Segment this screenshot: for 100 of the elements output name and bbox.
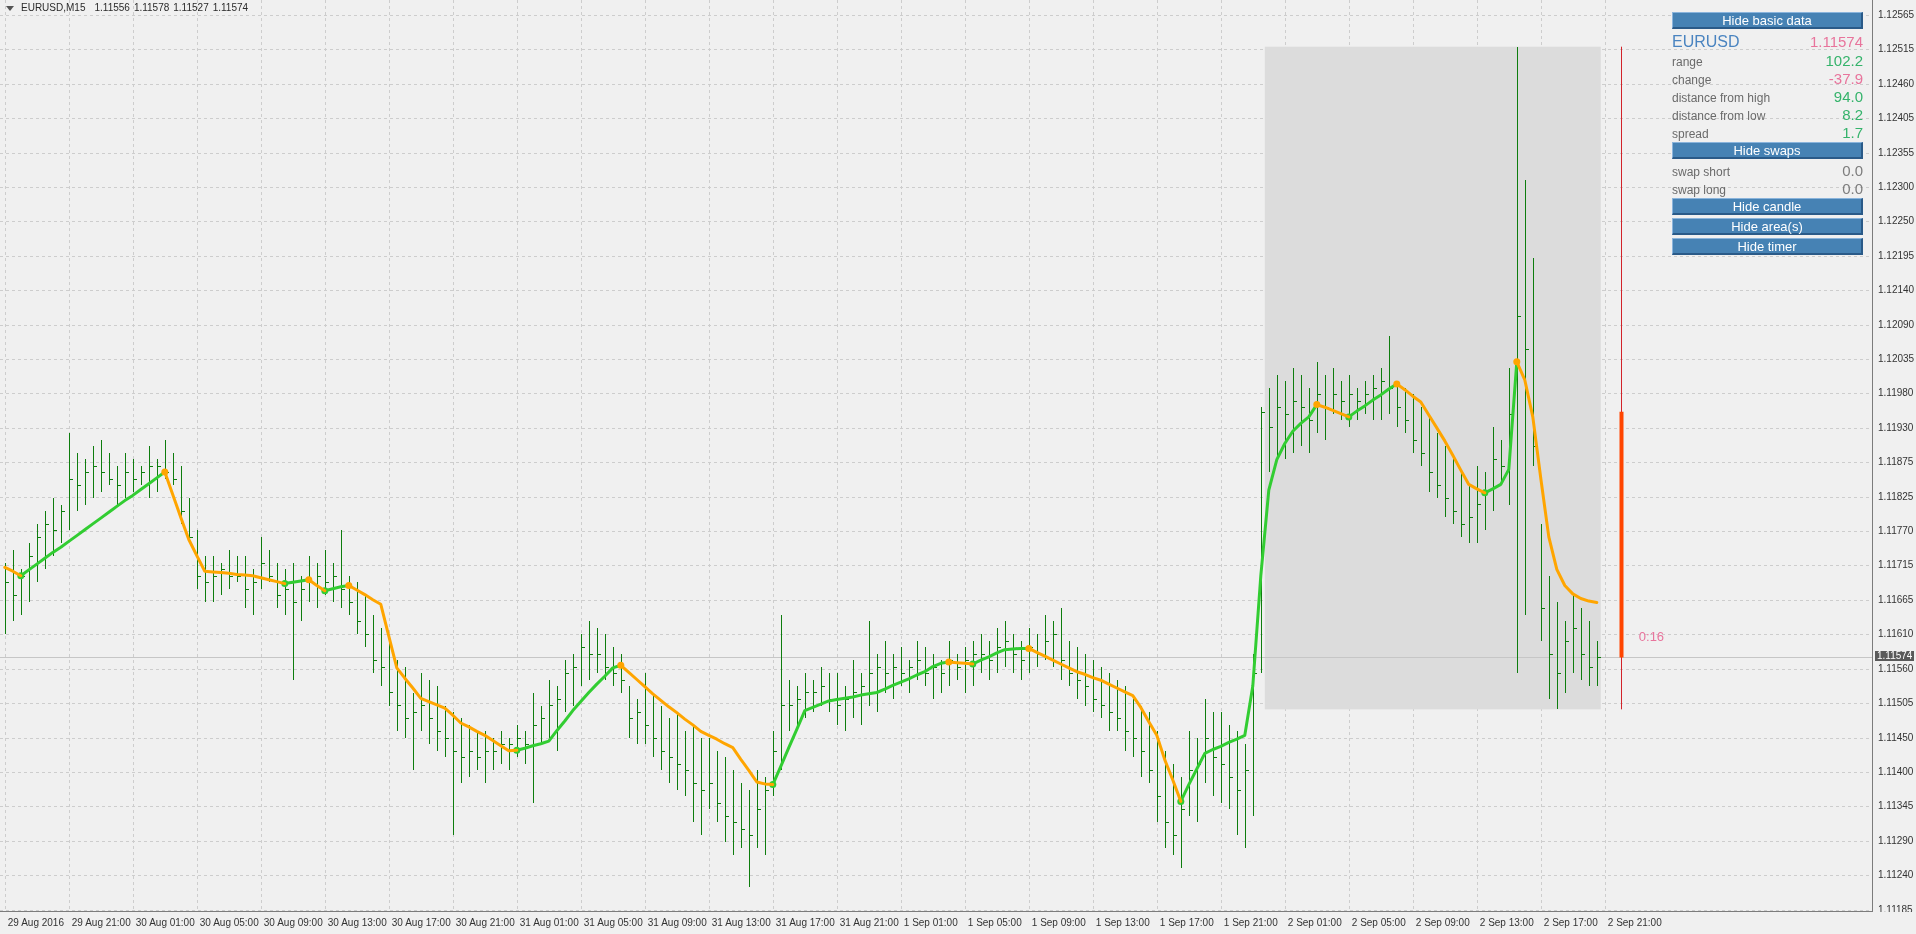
price-label: 1.12300 [1878, 181, 1915, 192]
stat-value: 94.0 [1833, 88, 1863, 106]
time-label: 2 Sep 17:00 [1543, 917, 1598, 928]
stat-label: change [1672, 72, 1712, 89]
stat-label: distance from low [1672, 108, 1766, 125]
time-label: 1 Sep 21:00 [1223, 917, 1278, 928]
time-label: 30 Aug 17:00 [391, 917, 451, 928]
toggle-button[interactable]: Hide candle [1672, 198, 1863, 215]
toggle-button[interactable]: Hide basic data [1672, 12, 1863, 29]
time-label: 29 Aug 21:00 [71, 917, 131, 928]
price-label: 1.12195 [1878, 250, 1915, 261]
stat-value: 8.2 [1842, 106, 1863, 124]
stat-value: 1.7 [1842, 124, 1863, 142]
trend-dot-icon [1481, 489, 1489, 497]
bid-price-tag: 1.11574 [1875, 651, 1915, 661]
trend-dot-icon [321, 587, 329, 595]
time-label: 2 Sep 01:00 [1287, 917, 1342, 928]
price-label: 1.12355 [1878, 147, 1915, 158]
price-label: 1.11240 [1878, 870, 1914, 881]
trend-dot-icon [17, 572, 25, 580]
price-label: 1.11450 [1878, 732, 1914, 743]
toggle-button[interactable]: Hide timer [1672, 238, 1863, 255]
price-label: 1.11610 [1878, 629, 1914, 640]
price-label: 1.12515 [1878, 44, 1915, 55]
price-label: 1.11505 [1878, 698, 1914, 709]
price-label: 1.11665 [1878, 594, 1914, 605]
price-label: 1.12090 [1878, 319, 1915, 330]
trend-dot-icon [513, 746, 521, 754]
time-label: 31 Aug 21:00 [839, 917, 899, 928]
trend-dot-icon [1025, 644, 1033, 652]
stat-value: -37.9 [1828, 70, 1863, 88]
price-label: 1.12250 [1878, 216, 1915, 227]
trend-dot-icon [1313, 401, 1321, 409]
price-label: 1.11345 [1878, 801, 1914, 812]
time-label: 30 Aug 09:00 [263, 917, 323, 928]
time-label: 1 Sep 17:00 [1159, 917, 1214, 928]
price-label: 1.11400 [1878, 766, 1914, 777]
time-label: 1 Sep 09:00 [1031, 917, 1086, 928]
time-label: 1 Sep 05:00 [967, 917, 1022, 928]
symbol-price: 1.11574 [1809, 32, 1863, 52]
time-label: 30 Aug 13:00 [327, 917, 387, 928]
trend-dot-icon [769, 781, 777, 789]
toggle-button[interactable]: Hide swaps [1672, 142, 1863, 159]
time-label: 30 Aug 05:00 [199, 917, 259, 928]
price-label: 1.11290 [1878, 835, 1914, 846]
trend-dot-icon [969, 660, 977, 668]
time-label: 2 Sep 09:00 [1415, 917, 1470, 928]
time-label: 2 Sep 13:00 [1479, 917, 1534, 928]
time-label: 2 Sep 05:00 [1351, 917, 1406, 928]
time-label: 31 Aug 17:00 [775, 917, 835, 928]
price-label: 1.12460 [1878, 78, 1915, 89]
price-label: 1.12565 [1878, 9, 1915, 20]
trend-dot-icon [1513, 358, 1521, 366]
quote-value: 1.11574 [212, 2, 249, 14]
price-label: 1.11980 [1878, 388, 1914, 399]
time-label: 31 Aug 01:00 [519, 917, 579, 928]
time-label: 30 Aug 01:00 [135, 917, 195, 928]
price-label: 1.11715 [1878, 560, 1914, 571]
time-label: 29 Aug 2016 [7, 917, 64, 928]
candle-timer: 0:16 [1638, 628, 1665, 644]
symbol-title: EURUSD,M15 [21, 2, 86, 14]
quote-value: 1.11556 [94, 2, 130, 14]
price-label: 1.12405 [1878, 113, 1915, 124]
trend-dot-icon [305, 576, 313, 584]
toggle-button[interactable]: Hide area(s) [1672, 218, 1863, 235]
caret-icon[interactable] [6, 5, 14, 11]
stat-value: 102.2 [1825, 52, 1863, 70]
time-label: 31 Aug 05:00 [583, 917, 643, 928]
trend-dot-icon [1393, 380, 1401, 388]
stat-value: 0.0 [1842, 180, 1863, 198]
stat-label: range [1672, 54, 1703, 71]
stat-label: distance from high [1672, 90, 1771, 107]
price-label: 1.11560 [1878, 663, 1914, 674]
price-label: 1.12140 [1878, 285, 1915, 296]
time-label: 1 Sep 13:00 [1095, 917, 1150, 928]
price-label: 1.11930 [1878, 422, 1914, 433]
time-label: 30 Aug 21:00 [455, 917, 515, 928]
stat-value: 0.0 [1842, 162, 1863, 180]
quote-value: 1.11578 [133, 2, 170, 14]
price-label: 1.11825 [1878, 491, 1914, 502]
trend-dot-icon [1177, 797, 1185, 805]
price-label: 1.11185 [1878, 904, 1913, 912]
price-label: 1.12035 [1878, 354, 1915, 364]
quote-value: 1.11527 [173, 2, 209, 14]
stat-label: swap long [1672, 182, 1727, 199]
time-label: 31 Aug 13:00 [711, 917, 771, 928]
time-label: 2 Sep 21:00 [1607, 917, 1662, 928]
trend-dot-icon [945, 658, 953, 666]
price-label: 1.11770 [1878, 526, 1914, 537]
stat-label: spread [1672, 126, 1709, 143]
trend-dot-icon [161, 468, 169, 476]
trend-dot-icon [1345, 413, 1353, 421]
time-label: 1 Sep 01:00 [903, 917, 958, 928]
stat-label: swap short [1672, 164, 1731, 181]
trend-dot-icon [345, 582, 353, 589]
price-label: 1.11875 [1878, 457, 1914, 468]
trend-dot-icon [617, 661, 625, 669]
symbol-name: EURUSD [1672, 32, 1740, 52]
time-label: 31 Aug 09:00 [647, 917, 707, 928]
trend-dot-icon [281, 580, 289, 588]
